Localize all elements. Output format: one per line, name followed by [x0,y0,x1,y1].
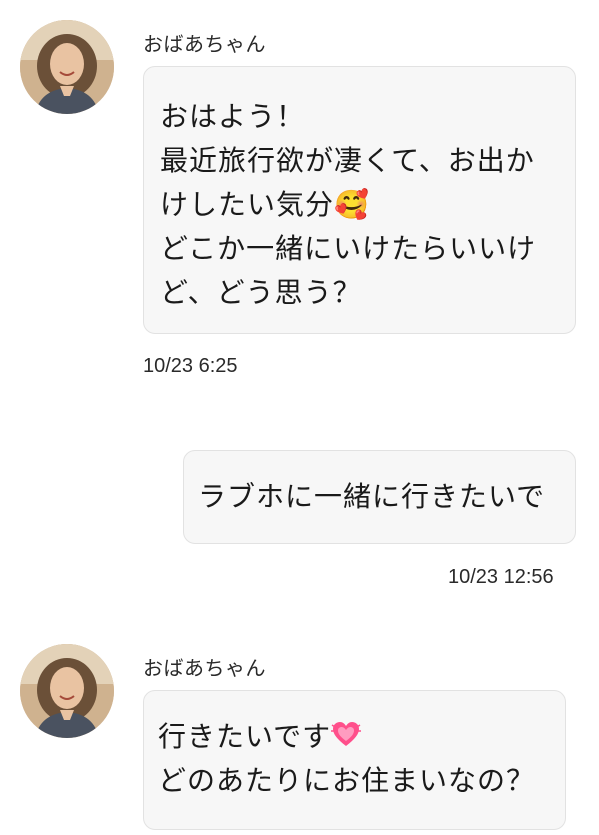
message-bubble[interactable]: おはよう！ 最近旅行欲が凄くて、お出か けしたい気分🥰 どこか一緒にいけたらいい… [143,66,576,334]
message-line: 最近旅行欲が凄くて、お出か [160,144,535,177]
message-line: どのあたりにお住まいなの？ [158,764,536,797]
message-bubble[interactable]: 行きたいです どのあたりにお住まいなの？ [143,690,566,830]
message-line: どこか一緒にいけたらいいけ [160,232,537,265]
message-line: おはよう！ [160,100,306,133]
sender-name: おばあちゃん [143,656,266,680]
message-line: 行きたいです [158,720,332,753]
message-timestamp: 10/23 12:56 [448,566,554,588]
avatar[interactable] [20,20,114,114]
avatar[interactable] [20,644,114,738]
sender-name: おばあちゃん [143,32,266,56]
message-line: ラブホに一緒に行きたいで [198,480,546,513]
smiling-face-with-hearts-icon: 🥰 [334,188,370,221]
heart-icon [331,722,362,746]
message-timestamp: 10/23 6:25 [143,355,238,377]
message-line: ど、どう思う？ [160,276,362,309]
message-bubble[interactable]: ラブホに一緒に行きたいで [183,450,576,544]
message-line: けしたい気分 [160,188,335,221]
